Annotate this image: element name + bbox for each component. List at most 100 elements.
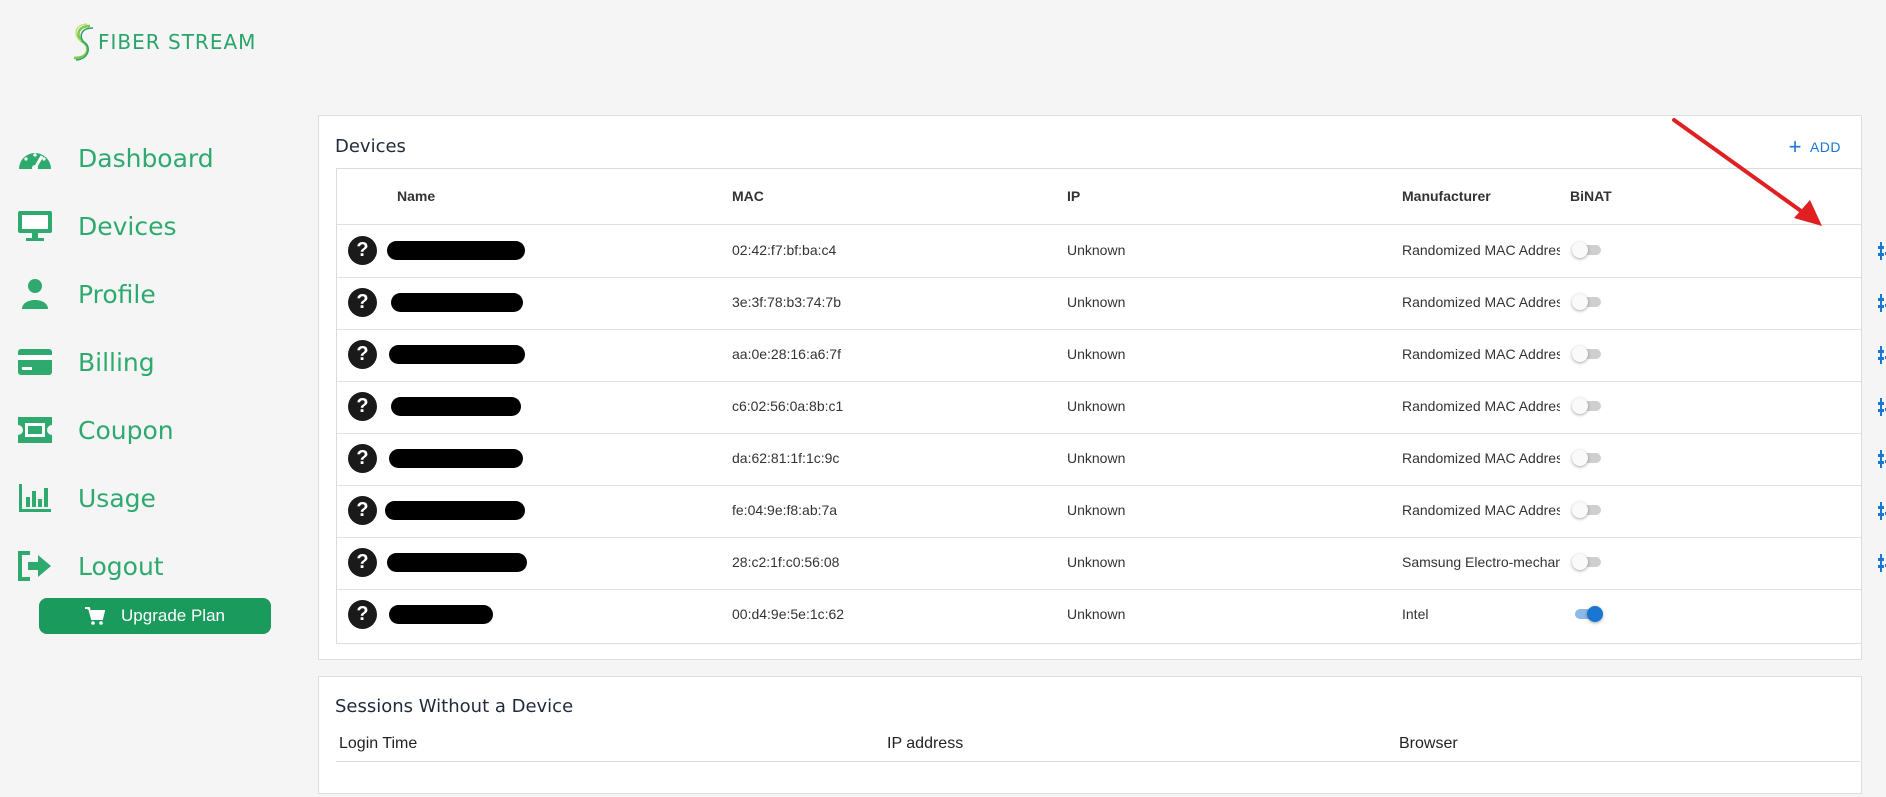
redacted-device-name	[387, 553, 527, 572]
brand-logo[interactable]: FIBER STREAM	[70, 22, 256, 62]
sidebar-item-usage[interactable]: Usage	[16, 464, 214, 532]
fiber-stream-logo-icon	[73, 23, 94, 61]
column-header-mac[interactable]: MAC	[732, 188, 764, 204]
column-header-manufacturer[interactable]: Manufacturer	[1402, 188, 1491, 204]
tune-icon[interactable]	[1877, 552, 1886, 579]
table-body: ? 02:42:f7:bf:ba:c4 Unknown Randomized MAC …	[337, 225, 1886, 643]
ip-cell: Unknown	[1067, 398, 1126, 414]
tune-icon[interactable]	[1877, 396, 1886, 423]
redacted-device-name	[387, 241, 525, 260]
table-row[interactable]: ? aa:0e:28:16:a6:7f Unknown Randomized MAC …	[337, 329, 1886, 382]
manufacturer-cell: Randomized MAC Address	[1402, 450, 1560, 466]
mac-cell: c6:02:56:0a:8b:c1	[732, 398, 844, 414]
manufacturer-cell: Randomized MAC Address	[1402, 346, 1560, 362]
redacted-device-name	[391, 293, 523, 312]
column-header-ip[interactable]: IP	[1067, 188, 1080, 204]
unknown-device-icon: ?	[348, 340, 377, 369]
unknown-device-icon: ?	[348, 496, 377, 525]
ip-cell: Unknown	[1067, 294, 1126, 310]
devices-card: Devices + ADD Name MAC IP Manufacturer B…	[318, 115, 1886, 660]
table-row[interactable]: ? 00:d4:9e:5e:1c:62 Unknown Intel	[337, 589, 1861, 641]
brand-name: FIBER STREAM	[98, 30, 257, 54]
unknown-device-icon: ?	[348, 392, 377, 421]
sessions-title: Sessions Without a Device	[335, 696, 574, 717]
table-row[interactable]: ? 28:c2:1f:c0:56:08 Unknown Samsung Electro…	[337, 537, 1886, 590]
manufacturer-cell: Randomized MAC Address	[1402, 242, 1560, 258]
tune-icon[interactable]	[1877, 344, 1886, 371]
ip-cell: Unknown	[1067, 450, 1126, 466]
upgrade-plan-button[interactable]: Upgrade Plan	[39, 598, 271, 634]
unknown-device-icon: ?	[348, 288, 377, 317]
binat-toggle[interactable]	[1572, 346, 1601, 362]
sidebar-item-label: Devices	[78, 211, 177, 241]
sidebar-item-label: Usage	[78, 483, 156, 513]
tune-icon[interactable]	[1877, 448, 1886, 475]
toggle-knob	[1572, 294, 1588, 310]
table-row[interactable]: ? c6:02:56:0a:8b:c1 Unknown Randomized MAC …	[337, 381, 1886, 434]
column-header-browser[interactable]: Browser	[1399, 735, 1458, 753]
binat-toggle[interactable]	[1572, 242, 1601, 258]
sidebar-item-label: Profile	[78, 279, 156, 309]
mac-cell: 28:c2:1f:c0:56:08	[732, 554, 840, 570]
binat-toggle[interactable]	[1572, 398, 1601, 414]
mac-cell: da:62:81:1f:1c:9c	[732, 450, 840, 466]
tune-icon[interactable]	[1877, 292, 1886, 319]
manufacturer-cell: Intel	[1402, 606, 1429, 622]
redacted-device-name	[389, 345, 525, 364]
tune-icon[interactable]	[1877, 240, 1886, 267]
column-header-login-time[interactable]: Login Time	[339, 735, 417, 753]
table-row[interactable]: ? fe:04:9e:f8:ab:7a Unknown Randomized MAC …	[337, 485, 1886, 538]
ip-cell: Unknown	[1067, 554, 1126, 570]
column-header-name[interactable]: Name	[397, 188, 435, 204]
sessions-card: Sessions Without a Device Login Time IP …	[318, 676, 1862, 794]
toggle-knob	[1572, 242, 1588, 258]
sidebar-item-dashboard[interactable]: Dashboard	[16, 124, 214, 192]
ticket-icon	[16, 413, 54, 447]
sidebar-item-devices[interactable]: Devices	[16, 192, 214, 260]
table-row[interactable]: ? da:62:81:1f:1c:9c Unknown Randomized MAC …	[337, 433, 1886, 486]
ip-cell: Unknown	[1067, 606, 1126, 622]
sidebar-item-profile[interactable]: Profile	[16, 260, 214, 328]
cart-icon	[85, 607, 106, 625]
manufacturer-cell: Randomized MAC Address	[1402, 398, 1560, 414]
mac-cell: 02:42:f7:bf:ba:c4	[732, 242, 837, 258]
toggle-knob	[1572, 398, 1588, 414]
sidebar-item-logout[interactable]: Logout	[16, 532, 214, 600]
ip-cell: Unknown	[1067, 346, 1126, 362]
sidebar-item-label: Logout	[78, 551, 164, 581]
toggle-knob	[1572, 502, 1588, 518]
binat-toggle[interactable]	[1572, 294, 1601, 310]
sidebar-item-label: Dashboard	[78, 143, 214, 173]
unknown-device-icon: ?	[348, 600, 377, 629]
tune-icon[interactable]	[1877, 500, 1886, 527]
mac-cell: 00:d4:9e:5e:1c:62	[732, 606, 845, 622]
monitor-icon	[16, 209, 54, 243]
column-header-binat[interactable]: BiNAT	[1570, 188, 1612, 204]
column-header-ip-address[interactable]: IP address	[887, 735, 963, 753]
upgrade-plan-label: Upgrade Plan	[121, 606, 225, 625]
redacted-device-name	[385, 501, 525, 520]
binat-toggle[interactable]	[1572, 450, 1601, 466]
binat-toggle[interactable]	[1572, 554, 1601, 570]
binat-toggle[interactable]	[1572, 502, 1601, 518]
credit-card-icon	[16, 345, 54, 379]
manufacturer-cell: Randomized MAC Address	[1402, 294, 1560, 310]
binat-toggle[interactable]	[1575, 606, 1603, 622]
gauge-icon	[16, 141, 54, 175]
redacted-device-name	[389, 605, 493, 624]
mac-cell: fe:04:9e:f8:ab:7a	[732, 502, 838, 518]
sidebar-item-billing[interactable]: Billing	[16, 328, 214, 396]
devices-title: Devices	[335, 136, 406, 157]
table-row[interactable]: ? 3e:3f:78:b3:74:7b Unknown Randomized MAC …	[337, 277, 1886, 330]
unknown-device-icon: ?	[348, 548, 377, 577]
sidebar-nav: Dashboard Devices Profile Billing Coupon…	[16, 124, 214, 600]
unknown-device-icon: ?	[348, 444, 377, 473]
sidebar-item-label: Billing	[78, 347, 155, 377]
mac-cell: aa:0e:28:16:a6:7f	[732, 346, 841, 362]
sidebar-item-coupon[interactable]: Coupon	[16, 396, 214, 464]
devices-table: Name MAC IP Manufacturer BiNAT ? 02:42:f7…	[336, 168, 1886, 644]
table-row[interactable]: ? 02:42:f7:bf:ba:c4 Unknown Randomized MAC …	[337, 225, 1886, 278]
redacted-device-name	[391, 397, 521, 416]
person-icon	[16, 277, 54, 311]
toggle-knob	[1572, 346, 1588, 362]
